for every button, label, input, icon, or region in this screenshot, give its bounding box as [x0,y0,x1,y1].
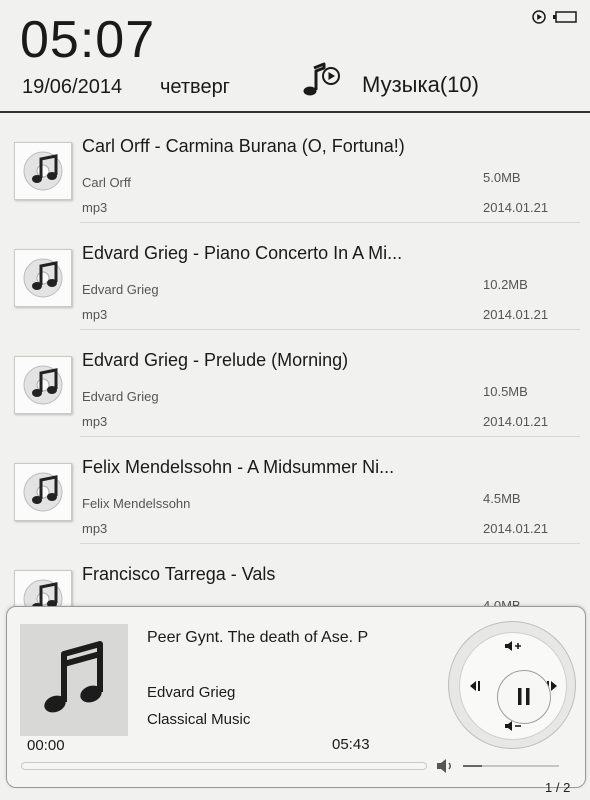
track-row[interactable]: Felix Mendelssohn - A Midsummer Ni... Fe… [0,437,590,544]
music-play-icon [303,62,340,96]
track-size: 10.2MB [483,277,528,292]
track-date: 2014.01.21 [483,200,549,215]
track-format: mp3 [82,200,108,215]
track-title: Carl Orff - Carmina Burana (O, Fortuna!) [82,136,405,156]
music-note-icon [44,641,103,713]
track-artist: Edvard Grieg [82,389,159,404]
track-row[interactable]: Edvard Grieg - Prelude (Morning) Edvard … [0,330,590,437]
clock-time: 05:07 [20,11,156,69]
progress-bar[interactable] [21,762,427,770]
playback-dial [448,621,576,749]
audio-file-icon [14,142,72,200]
pause-button[interactable] [497,670,551,724]
track-title: Edvard Grieg - Piano Concerto In A Mi... [82,243,403,263]
track-artist: Felix Mendelssohn [82,496,191,511]
track-artist: Carl Orff [82,175,131,190]
speaker-icon [437,759,451,773]
volume-up-icon [505,641,521,651]
current-weekday: четверг [160,76,230,98]
volume-fill [463,765,483,767]
track-title: Francisco Tarrega - Vals [82,564,276,584]
page-indicator: 1 / 2 [545,780,571,795]
now-playing-genre: Classical Music [147,711,251,728]
pause-icon [518,688,530,705]
elapsed-time: 00:00 [27,737,65,754]
now-playing-artist: Edvard Grieg [147,684,236,701]
volume-up-button[interactable] [502,637,524,655]
current-date: 19/06/2014 [22,76,123,98]
track-size: 5.0MB [483,170,521,185]
battery-icon [553,11,577,23]
track-row[interactable]: Edvard Grieg - Piano Concerto In A Mi...… [0,223,590,330]
track-format: mp3 [82,521,108,536]
track-date: 2014.01.21 [483,307,549,322]
audio-file-icon [14,463,72,521]
total-time: 05:43 [332,736,370,753]
track-title: Felix Mendelssohn - A Midsummer Ni... [82,457,395,477]
header-divider [0,111,590,113]
track-format: mp3 [82,414,108,429]
track-size: 4.5MB [483,491,521,506]
previous-button[interactable] [463,677,485,695]
track-title: Edvard Grieg - Prelude (Morning) [82,350,349,370]
track-artist: Edvard Grieg [82,282,159,297]
album-art [20,624,128,736]
track-format: mp3 [82,307,108,322]
track-date: 2014.01.21 [483,521,549,536]
track-size: 10.5MB [483,384,528,399]
now-playing-panel: Peer Gynt. The death of Ase. P Edvard Gr… [6,606,586,788]
play-status-icon [532,10,546,24]
track-row[interactable]: Carl Orff - Carmina Burana (O, Fortuna!)… [0,116,590,223]
track-date: 2014.01.21 [483,414,549,429]
audio-file-icon [14,249,72,307]
volume-slider[interactable] [463,765,559,767]
previous-icon [470,681,480,691]
now-playing-title: Peer Gynt. The death of Ase. P [147,629,369,646]
dial-ring [459,632,567,740]
section-title: Музыка(10) [362,72,479,97]
audio-file-icon [14,356,72,414]
